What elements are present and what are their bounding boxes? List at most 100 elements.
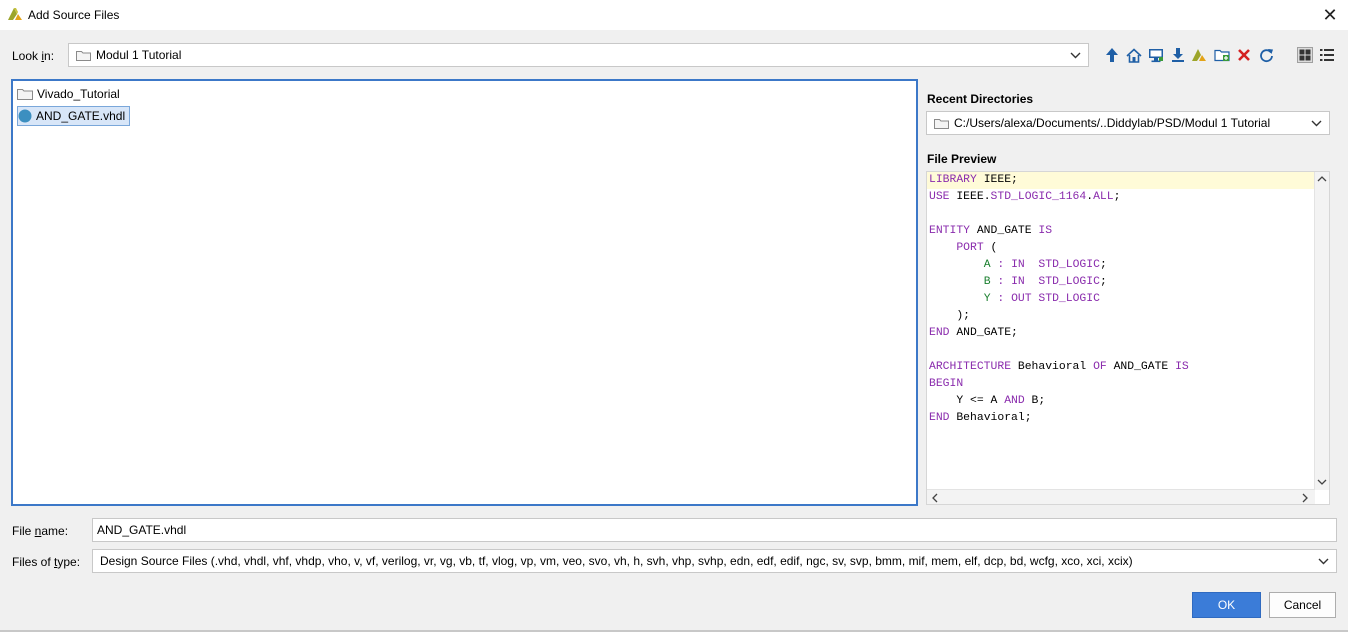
code-token: ( (983, 242, 998, 254)
code-line: PORT ( (927, 240, 1315, 257)
chevron-down-icon (1310, 558, 1336, 565)
code-token: AND_GATE; (949, 327, 1018, 339)
code-token: STD_LOGIC_1164 (990, 191, 1087, 203)
code-token: ARCHITECTURE (929, 361, 1012, 373)
code-token: IEEE. (949, 191, 991, 203)
look-in-value: Modul 1 Tutorial (96, 48, 182, 62)
code-token: Y (983, 293, 991, 305)
code-token: B; (1024, 395, 1046, 407)
file-name-value: AND_GATE.vhdl (97, 523, 187, 537)
code-token: IN (1011, 259, 1025, 271)
code-line: B : IN STD_LOGIC; (927, 274, 1315, 291)
up-folder-icon[interactable] (1103, 46, 1121, 64)
code-token: IS (1038, 225, 1053, 237)
code-token: B (983, 276, 991, 288)
code-token: AND_GATE (970, 225, 1039, 237)
folder-icon (17, 89, 33, 100)
code-line: ARCHITECTURE Behavioral OF AND_GATE IS (927, 359, 1315, 376)
code-token: Y <= A (929, 395, 1005, 407)
code-token: A (983, 259, 991, 271)
list-item-file-selected[interactable]: AND_GATE.vhdl (17, 106, 131, 126)
ok-button[interactable]: OK (1192, 592, 1261, 618)
code-token: IS (1175, 361, 1189, 373)
cancel-button[interactable]: Cancel (1269, 592, 1336, 618)
code-line: A : IN STD_LOGIC; (927, 257, 1315, 274)
new-folder-icon[interactable] (1213, 46, 1231, 64)
code-line: ENTITY AND_GATE IS (927, 223, 1315, 240)
code-token: END (929, 327, 950, 339)
recent-directories-dropdown[interactable]: C:/Users/alexa/Documents/..Diddylab/PSD/… (926, 111, 1330, 135)
close-button[interactable]: ✕ (1312, 0, 1348, 30)
code-line: END Behavioral; (927, 410, 1315, 427)
scroll-right-icon[interactable] (1302, 493, 1309, 504)
title-bar: Add Source Files ✕ (0, 0, 1348, 30)
code-token: OF (1093, 361, 1107, 373)
delete-icon[interactable] (1235, 46, 1253, 64)
code-token: ALL (1093, 191, 1114, 203)
vertical-scrollbar[interactable] (1314, 172, 1329, 490)
files-of-type-value: Design Source Files (.vhd, vhdl, vhf, vh… (100, 554, 1133, 568)
vivado-logo-icon (8, 8, 22, 20)
home-icon[interactable] (1125, 46, 1143, 64)
code-preview: LIBRARY IEEE; USE IEEE.STD_LOGIC_1164.ALL… (927, 172, 1315, 490)
code-line: END AND_GATE; (927, 325, 1315, 342)
scroll-up-icon[interactable] (1317, 174, 1327, 184)
files-of-type-dropdown[interactable]: Design Source Files (.vhd, vhdl, vhf, vh… (92, 549, 1337, 573)
large-icons-view-icon[interactable] (1296, 46, 1314, 64)
code-token: PORT (956, 242, 984, 254)
recent-directories-label: Recent Directories (927, 92, 1034, 106)
scroll-left-icon[interactable] (931, 493, 938, 504)
file-name-label: Vivado_Tutorial (37, 87, 120, 101)
code-token: IN (1011, 276, 1025, 288)
window-title: Add Source Files (28, 8, 120, 22)
code-token: STD_LOGIC (1038, 293, 1100, 305)
vhdl-file-icon (18, 109, 32, 123)
code-token: Behavioral (1011, 361, 1094, 373)
code-token: IEEE; (976, 174, 1018, 186)
code-token: ); (929, 310, 971, 322)
code-token: STD_LOGIC (1038, 276, 1100, 288)
files-of-type-label: Files of type: (12, 555, 81, 569)
file-list[interactable]: Vivado_Tutorial AND_GATE.vhdl (11, 79, 918, 506)
code-token: ; (1113, 191, 1121, 203)
chevron-down-icon (1303, 120, 1329, 127)
recent-directory-value: C:/Users/alexa/Documents/..Diddylab/PSD/… (954, 116, 1271, 130)
chevron-down-icon (1062, 52, 1088, 59)
folder-icon (76, 50, 91, 61)
vivado-project-icon[interactable] (1190, 46, 1208, 64)
code-token: ; (1099, 276, 1107, 288)
code-line: Y : OUT STD_LOGIC (927, 291, 1315, 308)
code-token: ; (1099, 259, 1107, 271)
details-view-icon[interactable] (1318, 46, 1336, 64)
refresh-icon[interactable] (1257, 46, 1275, 64)
desktop-icon[interactable] (1147, 46, 1165, 64)
code-token: ENTITY (929, 225, 971, 237)
code-line: USE IEEE.STD_LOGIC_1164.ALL; (927, 189, 1315, 206)
code-token: STD_LOGIC (1038, 259, 1100, 271)
code-token: BEGIN (929, 378, 964, 390)
look-in-dropdown[interactable]: Modul 1 Tutorial (68, 43, 1089, 67)
code-token: END (929, 412, 950, 424)
file-preview-pane[interactable]: LIBRARY IEEE; USE IEEE.STD_LOGIC_1164.ALL… (926, 171, 1330, 505)
code-line: LIBRARY IEEE; (927, 172, 1315, 189)
code-token: AND_GATE (1106, 361, 1176, 373)
file-name-input[interactable]: AND_GATE.vhdl (92, 518, 1337, 542)
file-preview-label: File Preview (927, 152, 997, 166)
download-icon[interactable] (1169, 46, 1187, 64)
file-name-label: File name: (12, 524, 69, 538)
folder-icon (934, 118, 949, 129)
horizontal-scrollbar[interactable] (927, 489, 1315, 504)
code-line: Y <= A AND B; (927, 393, 1315, 410)
file-name-label: AND_GATE.vhdl (36, 109, 126, 123)
scroll-down-icon[interactable] (1317, 478, 1327, 488)
code-token: USE (929, 191, 950, 203)
code-token: OUT (1011, 293, 1032, 305)
list-item-folder[interactable]: Vivado_Tutorial (17, 84, 124, 104)
